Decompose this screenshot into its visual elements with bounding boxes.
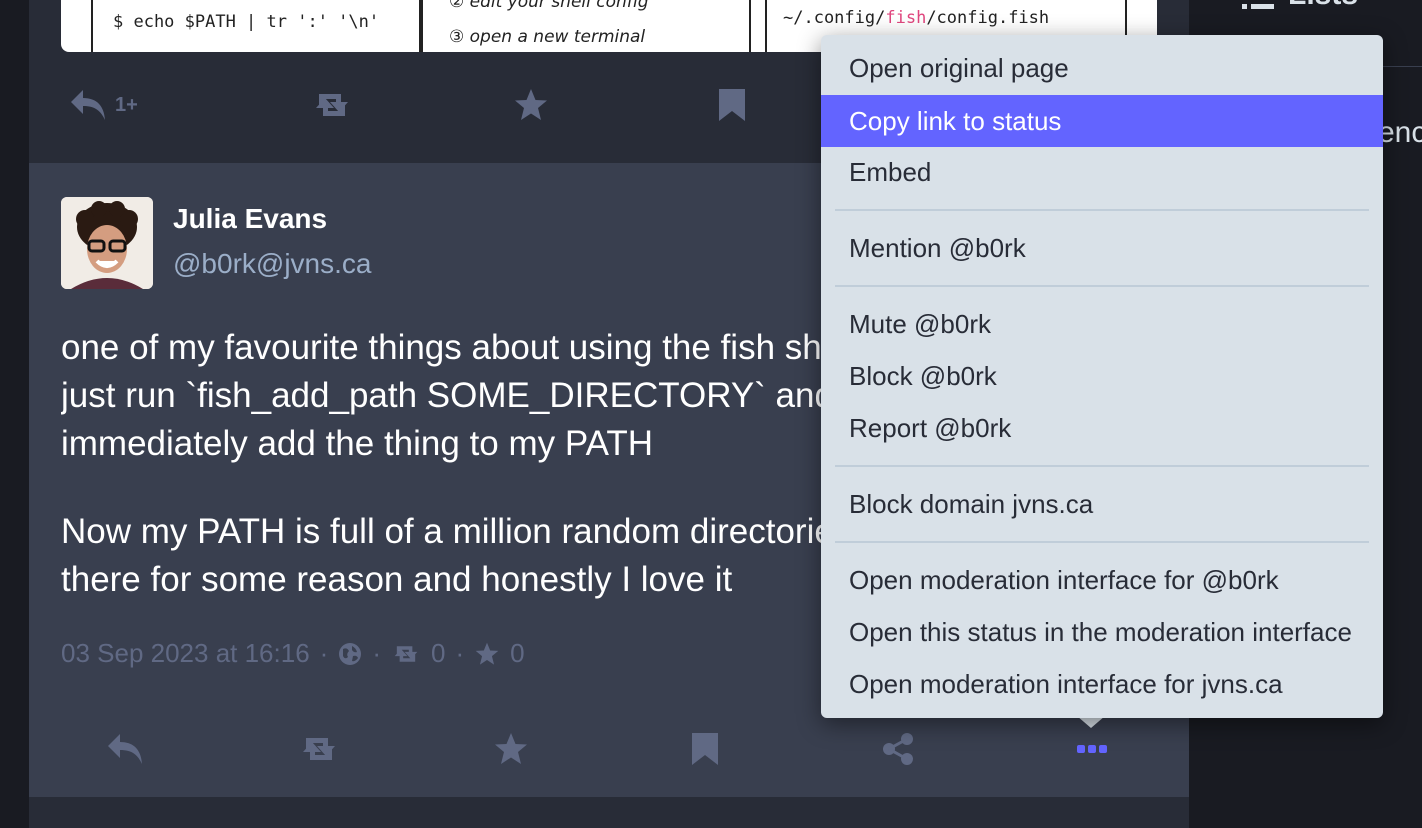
share-button[interactable] (881, 732, 915, 771)
reply-icon (108, 734, 142, 764)
next-status-edge (29, 797, 1189, 828)
paragraph-2: Now my PATH is full of a million random … (61, 508, 821, 604)
bookmark-icon (719, 89, 745, 121)
share-icon (883, 733, 913, 765)
status-options-menu: Open original page Copy link to status E… (821, 35, 1383, 718)
reply-button[interactable]: 1+ (69, 88, 138, 122)
reply-count: 1+ (115, 93, 138, 116)
display-name[interactable]: Julia Evans (173, 203, 327, 235)
reply-button[interactable] (106, 732, 144, 771)
boost-button[interactable] (298, 732, 340, 771)
bookmark-icon (692, 733, 718, 765)
boost-icon (394, 645, 418, 662)
bookmark-button[interactable] (718, 88, 746, 122)
status-meta: 03 Sep 2023 at 16:16 · · 0 · 0 (61, 638, 525, 669)
list-icon (1242, 4, 1274, 9)
line: there for some reason and honestly I lov… (61, 560, 733, 599)
star-icon (515, 89, 547, 120)
boost-icon (316, 94, 348, 116)
reply-icon (71, 90, 105, 120)
timestamp[interactable]: 03 Sep 2023 at 16:16 (61, 638, 310, 669)
fav-count: 0 (510, 638, 525, 668)
panel3-code: ~/.config/fish/config.fish (783, 8, 1049, 28)
line: just run `fish_add_path SOME_DIRECTORY` … (61, 376, 821, 415)
avatar[interactable] (61, 197, 153, 289)
menu-item-embed[interactable]: Embed (821, 146, 1383, 198)
panel1-code: $ echo $PATH | tr ':' '\n' (113, 12, 380, 32)
menu-item-mention[interactable]: Mention @b0rk (821, 222, 1383, 274)
avatar-image (61, 197, 153, 289)
star-icon (475, 642, 499, 665)
menu-item-copy-link[interactable]: Copy link to status (821, 95, 1383, 147)
boost-icon (303, 738, 335, 760)
more-dots-icon (1077, 745, 1107, 753)
favourite-button[interactable] (513, 88, 549, 122)
panel3-fish: fish (885, 8, 927, 28)
menu-item-moderate-status[interactable]: Open this status in the moderation inter… (821, 606, 1383, 658)
boost-count: 0 (431, 638, 446, 668)
menu-separator (835, 541, 1369, 543)
menu-separator (835, 285, 1369, 287)
line: one of my favourite things about using t… (61, 328, 821, 367)
account-handle[interactable]: @b0rk@jvns.ca (173, 248, 371, 280)
comic-panel-2: ② edit your shell config ③ open a new te… (421, 0, 751, 52)
menu-item-open-original[interactable]: Open original page (821, 42, 1383, 94)
status-content: one of my favourite things about using t… (61, 324, 821, 644)
globe-icon (339, 642, 362, 665)
separator: · (372, 638, 382, 668)
star-icon (495, 733, 527, 764)
menu-separator (835, 209, 1369, 211)
panel3-suffix: /config.fish (926, 8, 1050, 28)
menu-item-mute[interactable]: Mute @b0rk (821, 298, 1383, 350)
panel2-line1: ② edit your shell config (449, 0, 649, 12)
line: Now my PATH is full of a million random … (61, 512, 821, 551)
panel3-prefix: ~/.config/ (783, 8, 886, 28)
sidebar-item-lists-label: Lists (1288, 0, 1358, 12)
paragraph-1: one of my favourite things about using t… (61, 324, 821, 468)
menu-item-moderate-account[interactable]: Open moderation interface for @b0rk (821, 554, 1383, 606)
menu-separator (835, 465, 1369, 467)
boost-button[interactable] (311, 88, 353, 122)
menu-item-report[interactable]: Report @b0rk (821, 402, 1383, 454)
comic-panel-1: $ echo $PATH | tr ':' '\n' (91, 0, 421, 52)
menu-item-block[interactable]: Block @b0rk (821, 350, 1383, 402)
more-options-button[interactable] (1076, 732, 1108, 771)
separator: · (455, 638, 465, 668)
line: immediately add the thing to my PATH (61, 424, 654, 463)
menu-item-block-domain[interactable]: Block domain jvns.ca (821, 478, 1383, 530)
sidebar-item-partial[interactable]: enc (1378, 116, 1422, 150)
panel2-line2: ③ open a new terminal (449, 27, 646, 47)
sidebar-item-lists[interactable]: Lists (1242, 0, 1358, 12)
separator: · (319, 638, 329, 668)
menu-item-moderate-domain[interactable]: Open moderation interface for jvns.ca (821, 658, 1383, 710)
favourite-button[interactable] (493, 732, 529, 771)
bookmark-button[interactable] (691, 732, 719, 771)
